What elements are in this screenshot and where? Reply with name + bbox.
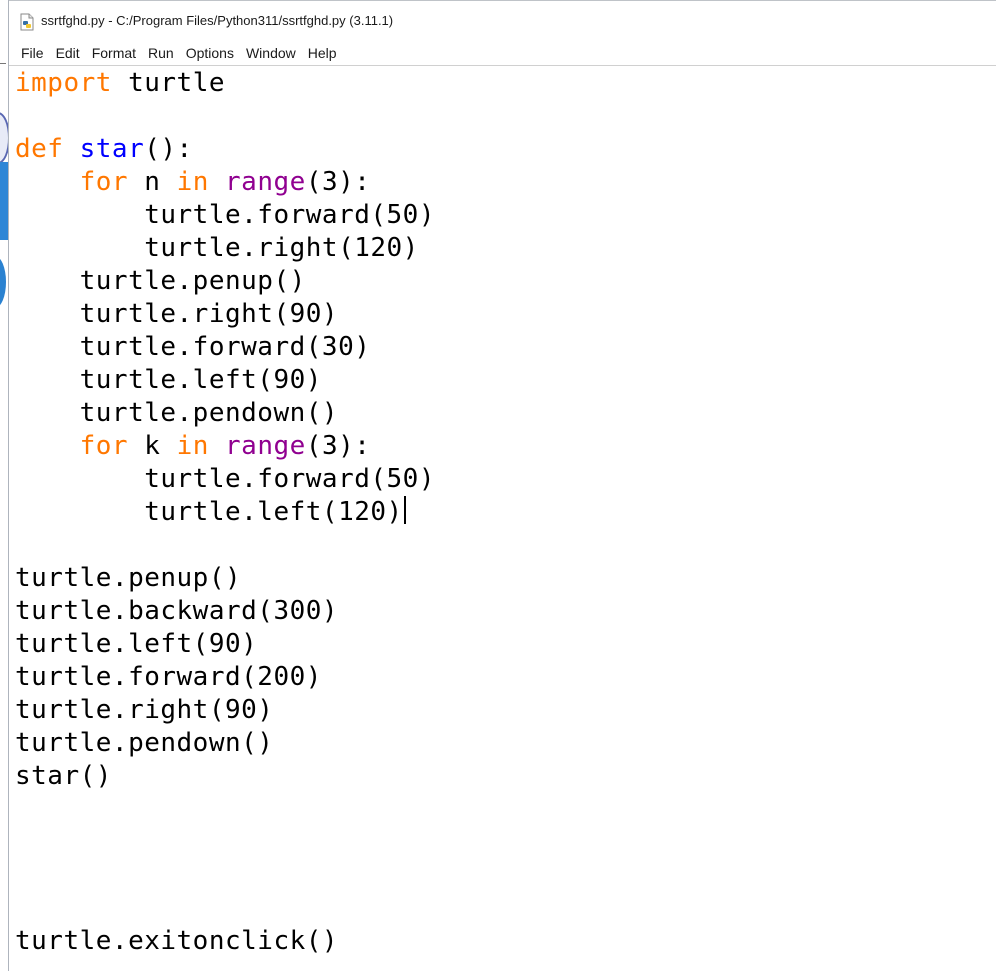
code-token: turtle.right(90) xyxy=(15,695,274,725)
code-line[interactable] xyxy=(15,859,996,892)
keyword-token: def xyxy=(15,134,64,164)
code-line[interactable]: turtle.pendown() xyxy=(15,727,996,760)
code-line[interactable] xyxy=(15,100,996,133)
code-token: (3): xyxy=(305,167,371,197)
code-line[interactable]: turtle.left(90) xyxy=(15,628,996,661)
menu-edit[interactable]: Edit xyxy=(50,42,86,64)
code-line[interactable]: turtle.forward(50) xyxy=(15,199,996,232)
menu-options[interactable]: Options xyxy=(180,42,240,64)
code-token: turtle.penup() xyxy=(15,266,306,296)
text-cursor xyxy=(403,496,406,524)
code-token: turtle.left(90) xyxy=(15,629,258,659)
menu-window[interactable]: Window xyxy=(240,42,302,64)
background-window-edge xyxy=(0,0,9,971)
code-editor[interactable]: import turtle def star(): for n in range(… xyxy=(9,66,996,971)
code-token: star() xyxy=(15,761,112,791)
title-bar[interactable]: ssrtfghd.py - C:/Program Files/Python311… xyxy=(9,1,996,41)
idle-editor-window: ssrtfghd.py - C:/Program Files/Python311… xyxy=(9,0,996,971)
code-line[interactable]: import turtle xyxy=(15,67,996,100)
code-token: (): xyxy=(144,134,193,164)
code-token: turtle.pendown() xyxy=(15,728,274,758)
code-line[interactable]: turtle.left(90) xyxy=(15,364,996,397)
code-token: turtle.exitonclick() xyxy=(15,926,339,956)
code-line[interactable] xyxy=(15,892,996,925)
menu-format[interactable]: Format xyxy=(86,42,142,64)
code-token: turtle.pendown() xyxy=(15,398,339,428)
code-token: turtle xyxy=(111,68,225,98)
code-token: turtle.left(120) xyxy=(15,497,403,527)
menu-run[interactable]: Run xyxy=(142,42,180,64)
keyword-token: for xyxy=(79,167,129,197)
code-line[interactable]: for k in range(3): xyxy=(15,430,996,463)
python-file-icon xyxy=(18,13,36,31)
code-line[interactable]: turtle.penup() xyxy=(15,265,996,298)
code-token: turtle.forward(200) xyxy=(15,662,322,692)
code-token: turtle.right(120) xyxy=(15,233,419,263)
code-token: (3): xyxy=(305,431,371,461)
code-token: turtle.forward(50) xyxy=(15,464,435,494)
keyword-token: in xyxy=(176,167,209,197)
code-line[interactable]: turtle.exitonclick() xyxy=(15,925,996,958)
code-line[interactable]: turtle.backward(300) xyxy=(15,595,996,628)
code-token: turtle.backward(300) xyxy=(15,596,339,626)
code-line[interactable]: turtle.forward(50) xyxy=(15,463,996,496)
code-line[interactable] xyxy=(15,826,996,859)
window-title: ssrtfghd.py - C:/Program Files/Python311… xyxy=(41,13,394,28)
keyword-token: for xyxy=(79,431,129,461)
code-line[interactable]: turtle.forward(200) xyxy=(15,661,996,694)
code-line[interactable]: def star(): xyxy=(15,133,996,166)
keyword-token: import xyxy=(15,68,112,98)
menu-file[interactable]: File xyxy=(15,42,50,64)
menu-help[interactable]: Help xyxy=(302,42,343,64)
code-token: turtle.forward(30) xyxy=(15,332,371,362)
builtin-token: range xyxy=(225,431,306,461)
code-line[interactable]: turtle.right(90) xyxy=(15,694,996,727)
code-line[interactable]: turtle.right(90) xyxy=(15,298,996,331)
code-line[interactable]: turtle.pendown() xyxy=(15,397,996,430)
code-line[interactable]: turtle.penup() xyxy=(15,562,996,595)
builtin-token: range xyxy=(225,167,306,197)
code-line[interactable]: turtle.forward(30) xyxy=(15,331,996,364)
code-line[interactable]: turtle.left(120) xyxy=(15,496,996,529)
code-line[interactable] xyxy=(15,529,996,562)
code-token: n xyxy=(128,167,177,197)
code-line[interactable]: star() xyxy=(15,760,996,793)
code-token: turtle.forward(50) xyxy=(15,200,435,230)
code-token: turtle.left(90) xyxy=(15,365,322,395)
keyword-token: in xyxy=(176,431,209,461)
code-line[interactable]: turtle.right(120) xyxy=(15,232,996,265)
code-line[interactable]: for n in range(3): xyxy=(15,166,996,199)
menu-bar: File Edit Format Run Options Window Help xyxy=(9,41,996,66)
code-token: k xyxy=(128,431,177,461)
definition-token: star xyxy=(79,134,145,164)
code-line[interactable] xyxy=(15,793,996,826)
code-token: turtle.penup() xyxy=(15,563,242,593)
code-token: turtle.right(90) xyxy=(15,299,339,329)
